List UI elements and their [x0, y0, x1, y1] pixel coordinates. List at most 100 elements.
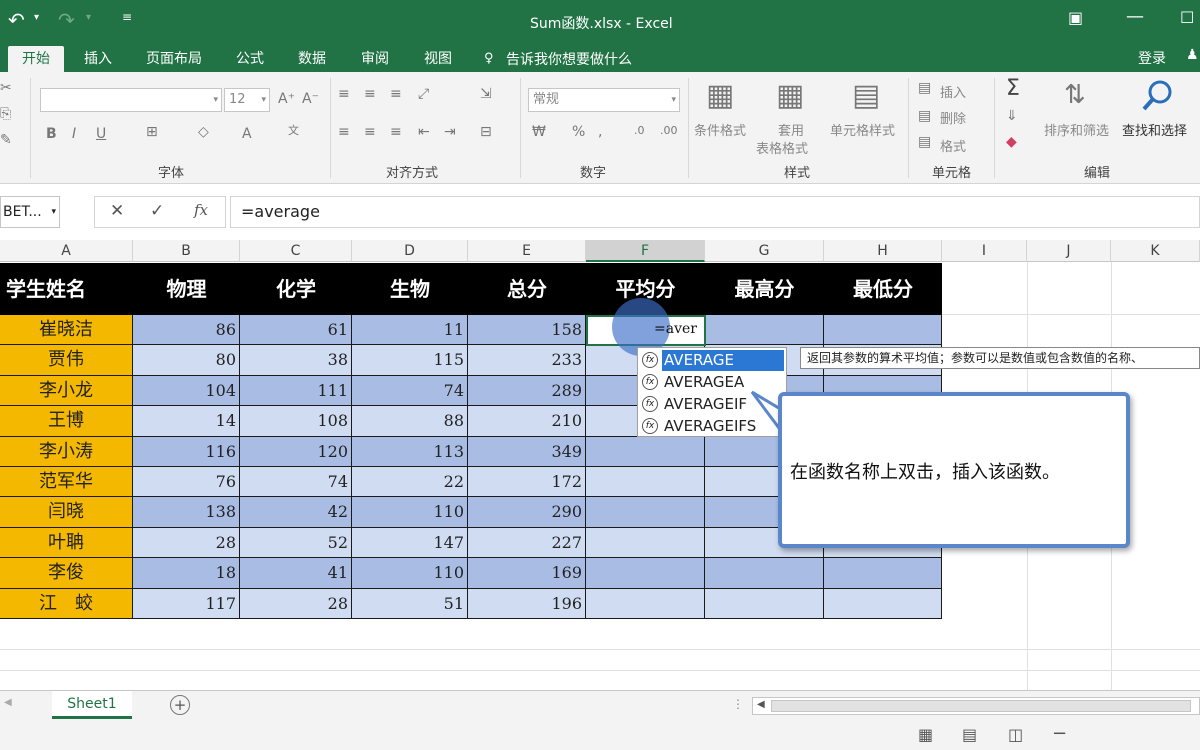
table-cell[interactable]: 18	[133, 558, 240, 589]
table-cell[interactable]	[586, 467, 705, 497]
conditional-format-icon[interactable]: ▦	[706, 78, 734, 113]
border-icon[interactable]: ⊞	[146, 124, 158, 140]
table-cell[interactable]: 28	[240, 589, 352, 619]
find-select-button[interactable]: 查找和选择	[1122, 120, 1187, 139]
table-cell[interactable]: 117	[133, 589, 240, 619]
align-center-icon[interactable]: ≡	[364, 124, 376, 140]
format-as-table-label-2[interactable]: 表格格式	[756, 138, 808, 157]
align-left-icon[interactable]: ≡	[338, 124, 350, 140]
increase-indent-icon[interactable]: ⇥	[444, 124, 456, 140]
table-cell[interactable]	[705, 315, 824, 345]
page-break-icon[interactable]: ◫	[1008, 725, 1023, 744]
restore-icon[interactable]: ☐	[1180, 8, 1194, 27]
table-cell[interactable]: 116	[133, 437, 240, 467]
tab-data[interactable]: 数据	[284, 46, 340, 72]
table-cell[interactable]: 51	[352, 589, 468, 619]
table-cell[interactable]	[705, 558, 824, 589]
table-cell[interactable]	[824, 589, 942, 619]
zoom-out-icon[interactable]: −	[1052, 723, 1067, 744]
column-header[interactable]: B	[133, 240, 240, 262]
scroll-left-icon[interactable]: ◀	[757, 699, 765, 710]
bold-icon[interactable]: B	[46, 126, 57, 142]
student-name-cell[interactable]: 李俊	[0, 558, 133, 589]
header-cell[interactable]: 物理	[133, 263, 240, 315]
table-cell[interactable]	[705, 589, 824, 619]
column-header[interactable]: A	[0, 240, 133, 262]
header-cell[interactable]: 最低分	[824, 263, 942, 315]
column-header[interactable]: K	[1111, 240, 1200, 262]
table-cell[interactable]	[586, 558, 705, 589]
undo-icon[interactable]: ↶	[8, 8, 25, 32]
column-header[interactable]: F	[586, 240, 705, 262]
format-as-table-label-1[interactable]: 套用	[778, 120, 804, 139]
table-cell[interactable]: 74	[352, 376, 468, 406]
cancel-icon[interactable]: ✕	[110, 201, 124, 221]
student-name-cell[interactable]: 王博	[0, 406, 133, 437]
format-painter-icon[interactable]: ✎	[0, 132, 12, 148]
page-layout-icon[interactable]: ▤	[962, 725, 977, 744]
copy-icon[interactable]: ⎘	[0, 106, 11, 122]
table-cell[interactable]: 138	[133, 497, 240, 528]
tab-formulas[interactable]: 公式	[222, 46, 278, 72]
table-cell[interactable]: 210	[468, 406, 586, 437]
autosum-icon[interactable]: Σ	[1006, 76, 1020, 101]
student-name-cell[interactable]: 李小涛	[0, 437, 133, 467]
student-name-cell[interactable]: 崔晓洁	[0, 315, 133, 345]
table-cell[interactable]	[586, 528, 705, 558]
phonetic-icon[interactable]: 文	[288, 122, 299, 138]
column-header[interactable]: J	[1027, 240, 1111, 262]
column-header[interactable]: G	[705, 240, 824, 262]
header-cell[interactable]: 化学	[240, 263, 352, 315]
align-top-icon[interactable]: ≡	[338, 86, 350, 102]
customize-toolbar-icon[interactable]: ≡	[122, 10, 132, 24]
minimize-icon[interactable]: —	[1126, 6, 1144, 27]
decrease-indent-icon[interactable]: ⇤	[418, 124, 430, 140]
table-cell[interactable]: 76	[133, 467, 240, 497]
nav-left-icon[interactable]: ◀	[4, 697, 12, 708]
table-cell[interactable]: 196	[468, 589, 586, 619]
insert-cells-icon[interactable]: ▤	[918, 80, 931, 96]
name-box[interactable]: BET... ▾	[0, 196, 60, 228]
cut-icon[interactable]: ✂	[0, 80, 12, 96]
student-name-cell[interactable]: 贾伟	[0, 345, 133, 376]
table-cell[interactable]	[824, 558, 942, 589]
table-cell[interactable]: 22	[352, 467, 468, 497]
delete-cells-button[interactable]: 删除	[940, 108, 966, 127]
fill-icon[interactable]: ⇓	[1006, 108, 1018, 124]
table-cell[interactable]: 80	[133, 345, 240, 376]
header-cell[interactable]: 总分	[468, 263, 586, 315]
orientation-icon[interactable]: ⤢	[418, 86, 429, 102]
format-cells-icon[interactable]: ▤	[918, 134, 931, 150]
table-cell[interactable]: 74	[240, 467, 352, 497]
table-cell[interactable]: 108	[240, 406, 352, 437]
tab-home[interactable]: 开始	[8, 46, 64, 72]
student-name-cell[interactable]: 李小龙	[0, 376, 133, 406]
table-cell[interactable]: 111	[240, 376, 352, 406]
sign-in-link[interactable]: 登录	[1138, 48, 1166, 68]
column-header[interactable]: E	[468, 240, 586, 262]
formula-input[interactable]: =average	[230, 196, 1200, 228]
table-cell[interactable]: 38	[240, 345, 352, 376]
cell-styles-icon[interactable]: ▤	[852, 78, 880, 113]
shrink-font-icon[interactable]: A⁻	[302, 91, 319, 107]
fill-color-icon[interactable]: ◇	[198, 124, 209, 140]
share-icon[interactable]: ♟	[1186, 47, 1199, 63]
table-cell[interactable]: 349	[468, 437, 586, 467]
sheet-tab[interactable]: Sheet1	[52, 691, 132, 719]
student-name-cell[interactable]: 江 蛟	[0, 589, 133, 619]
ribbon-display-icon[interactable]: ▣	[1068, 8, 1083, 27]
table-cell[interactable]: 61	[240, 315, 352, 345]
enter-icon[interactable]: ✓	[150, 201, 164, 221]
align-right-icon[interactable]: ≡	[390, 124, 402, 140]
horizontal-scrollbar[interactable]: ◀	[752, 697, 1200, 715]
student-name-cell[interactable]: 闫晓	[0, 497, 133, 528]
sort-filter-icon[interactable]: ⇅	[1064, 80, 1086, 110]
table-cell[interactable]: 120	[240, 437, 352, 467]
increase-decimal-icon[interactable]: .0	[634, 124, 645, 137]
table-cell[interactable]: 233	[468, 345, 586, 376]
column-header[interactable]: H	[824, 240, 942, 262]
column-header[interactable]: I	[942, 240, 1027, 262]
normal-view-icon[interactable]: ▦	[918, 725, 933, 744]
dropdown-icon[interactable]: ▾	[34, 12, 39, 23]
search-icon[interactable]	[1140, 78, 1176, 114]
